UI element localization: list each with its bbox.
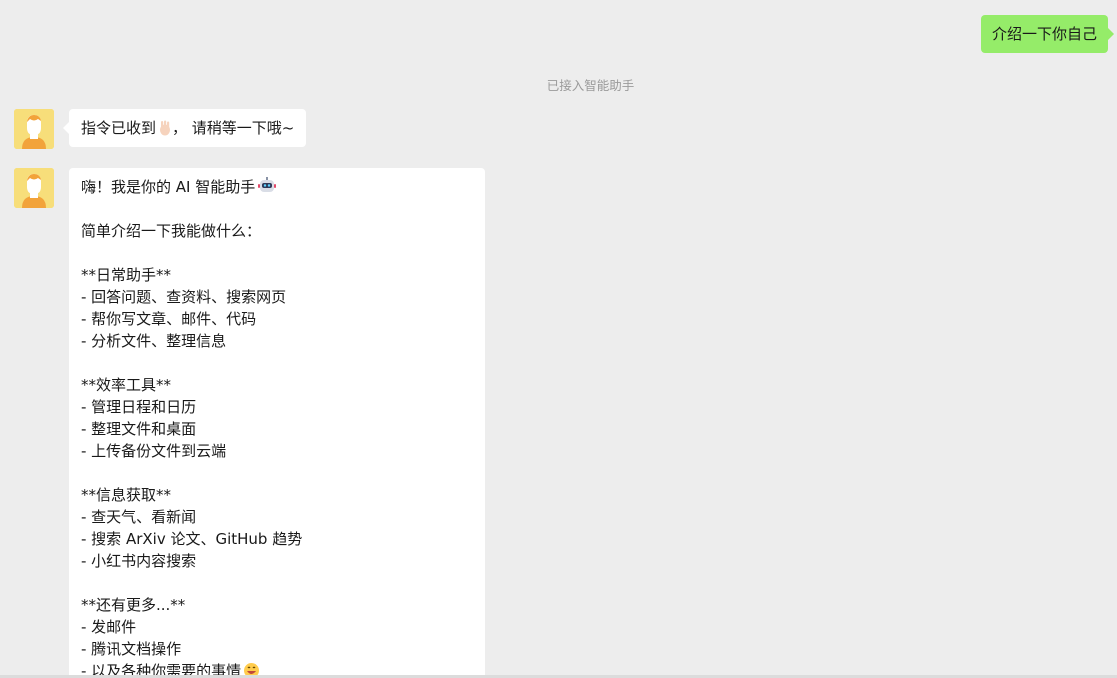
message-line: - 腾讯文档操作	[81, 640, 182, 658]
message-line	[81, 462, 473, 484]
message-line: - 上传备份文件到云端	[81, 442, 227, 460]
message-line	[81, 352, 473, 374]
message-line: 嗨！我是你的 AI 智能助手	[81, 176, 473, 198]
message-line: - 发邮件	[81, 618, 137, 636]
incoming-message-bubble[interactable]: 嗨！我是你的 AI 智能助手 简单介绍一下我能做什么： **日常助手** - 回…	[69, 168, 485, 678]
chat-window: 介绍一下你自己 已接入智能助手 指令已收到 ， 请稍等一下哦~ 嗨！我是你的 AI…	[0, 0, 1117, 678]
message-line: - 搜索 ArXiv 论文、GitHub 趋势	[81, 530, 303, 548]
message-line: - 帮你写文章、邮件、代码	[81, 310, 257, 328]
message-line: - 管理日程和日历	[81, 398, 197, 416]
message-line	[81, 572, 473, 594]
message-line: - 整理文件和桌面	[81, 420, 197, 438]
message-line: **还有更多...**	[81, 596, 186, 614]
incoming-message-text: 指令已收到	[81, 119, 157, 137]
outgoing-message-bubble[interactable]: 介绍一下你自己	[980, 15, 1115, 53]
incoming-message-suffix: ， 请稍等一下哦~	[172, 119, 295, 137]
user-avatar-icon	[14, 109, 54, 149]
message-line: **效率工具**	[81, 376, 172, 394]
message-line	[81, 198, 473, 220]
message-line: **日常助手**	[81, 266, 172, 284]
outgoing-message-text: 介绍一下你自己	[991, 25, 1097, 43]
message-line: 简单介绍一下我能做什么：	[81, 222, 262, 240]
message-line: - 查天气、看新闻	[81, 508, 197, 526]
message-line: - 小红书内容搜索	[81, 552, 197, 570]
contact-avatar[interactable]	[14, 109, 54, 149]
incoming-message-bubble[interactable]: 指令已收到 ， 请稍等一下哦~	[62, 109, 307, 150]
message-line	[81, 242, 473, 264]
robot-emoji	[257, 177, 277, 201]
message-line: - 分析文件、整理信息	[81, 332, 227, 350]
user-avatar-icon	[14, 168, 54, 208]
system-notice: 已接入智能助手	[546, 78, 635, 93]
message-line: - 回答问题、查资料、搜索网页	[81, 288, 287, 306]
message-line: **信息获取**	[81, 486, 172, 504]
ok-hand-emoji	[158, 112, 172, 150]
contact-avatar[interactable]	[14, 168, 54, 208]
